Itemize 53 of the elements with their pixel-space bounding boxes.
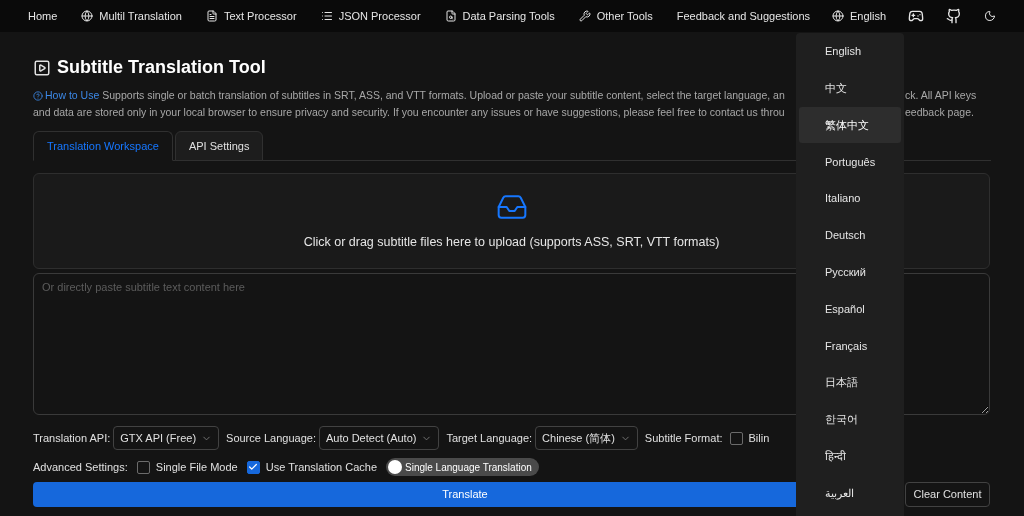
upload-text: Click or drag subtitle files here to upload (supports ASS, SRT, VTT formats)	[303, 233, 720, 251]
list-icon	[320, 10, 333, 22]
how-to-use-link[interactable]: How to Use	[33, 87, 100, 104]
select-dropdown[interactable]: Auto Detect (Auto)	[318, 426, 440, 450]
language-option[interactable]: English	[799, 33, 901, 70]
checkbox-label: Use Translation Cache	[265, 459, 377, 475]
select-dropdown[interactable]: GTX API (Free)	[113, 426, 220, 450]
option-label: Translation API:	[33, 430, 111, 446]
language-option[interactable]: 中文	[799, 69, 901, 107]
checkbox-label: Bilin	[748, 430, 770, 446]
language-option[interactable]: Deutsch	[799, 217, 901, 254]
github-icon[interactable]	[946, 8, 962, 24]
page-title: Subtitle Translation Tool	[57, 56, 266, 79]
option-label: Source Language:	[226, 430, 316, 446]
file-search-icon	[444, 10, 457, 22]
nav-link[interactable]: Text Processor	[205, 7, 297, 25]
nav-link[interactable]: JSON Processor	[320, 7, 421, 25]
nav-link[interactable]: Data Parsing Tools	[444, 7, 555, 25]
globe-icon	[81, 10, 94, 22]
language-option[interactable]: 日本語	[799, 364, 901, 401]
video-icon	[33, 58, 51, 77]
description-text: and data are stored only in your local browser to ensure privacy and security. If you encounter any issues or have suggestions, please feel free to contact us throu	[33, 106, 785, 118]
option-label: Advanced Settings:	[33, 459, 128, 475]
description-text: Supports single or batch translation of subtitles in SRT, ASS, and VTT formats. Upload or paste your subtitle content, select the target language, an	[102, 88, 785, 103]
checkbox-label: Single File Mode	[155, 459, 238, 475]
clear-content-button[interactable]: Clear Content	[905, 482, 990, 507]
description-text: eedback page.	[905, 105, 974, 120]
description-text: ck. All API keys	[905, 88, 977, 103]
tab[interactable]: Translation Workspace	[33, 131, 173, 161]
globe-icon	[831, 10, 844, 22]
help-icon	[33, 90, 43, 101]
document-icon	[205, 10, 218, 22]
nav-link[interactable]: Feedback and Suggestions	[676, 7, 811, 25]
toggle-switch[interactable]: Single Language Translation	[386, 458, 539, 476]
language-option[interactable]: हिन्दी	[799, 437, 901, 475]
nav-link[interactable]: Other Tools	[578, 7, 653, 25]
checkbox[interactable]	[136, 460, 150, 474]
wrench-icon	[578, 10, 591, 22]
language-option[interactable]: Español	[799, 290, 901, 328]
select-dropdown[interactable]: Chinese (简体)	[535, 426, 638, 450]
nav-link[interactable]: Multil Translation	[81, 7, 182, 25]
option-label: Subtitle Format:	[644, 430, 723, 446]
option-label: Target Language:	[446, 430, 533, 446]
tab[interactable]: API Settings	[174, 131, 264, 161]
gamepad-icon[interactable]	[908, 8, 924, 24]
moon-icon[interactable]	[984, 10, 996, 22]
language-option[interactable]: Français	[799, 327, 901, 365]
language-option[interactable]: 繁体中文	[799, 106, 901, 144]
language-option[interactable]: Italiano	[799, 180, 901, 217]
language-button[interactable]: English	[831, 7, 886, 25]
nav-link[interactable]: Home	[28, 7, 58, 25]
checkbox[interactable]	[729, 431, 743, 445]
checkbox[interactable]	[246, 460, 260, 474]
